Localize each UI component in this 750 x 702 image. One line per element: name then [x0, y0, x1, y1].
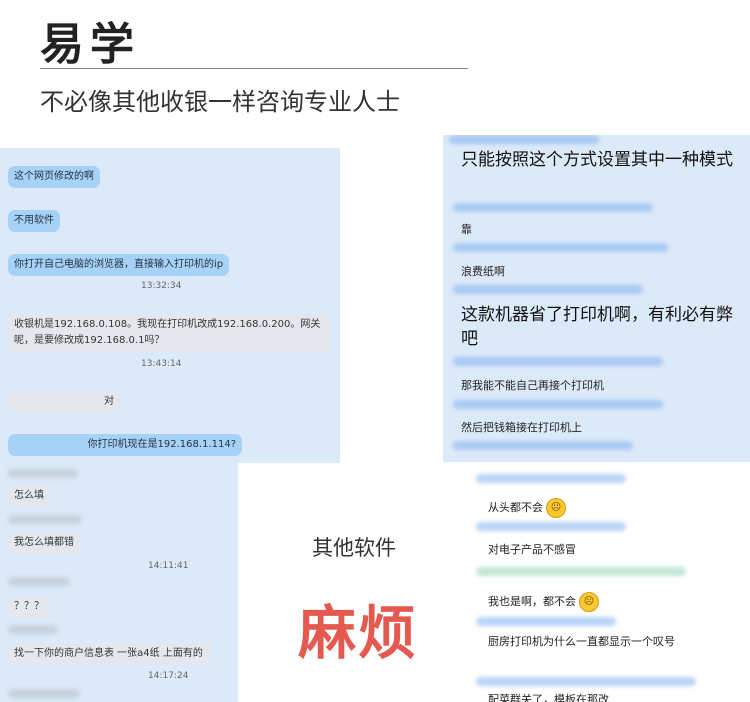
chat-bubble: 对 — [8, 391, 120, 413]
blurred-sender — [453, 357, 663, 366]
chat-message: 对电子产品不感冒 — [488, 543, 576, 556]
chat-bubble: ？？？ — [8, 596, 50, 618]
chat-bubble: 我怎么填都错 — [8, 532, 80, 554]
right-chat-panel-top: 只能按照这个方式设置其中一种模式 靠 浪费纸啊 这款机器省了打印机啊，有利必有弊… — [443, 135, 750, 462]
chat-message: 这款机器省了打印机啊，有利必有弊吧 — [461, 305, 733, 349]
title-divider — [40, 68, 468, 69]
chat-message: 我也是啊，都不会 ☹ — [488, 592, 738, 612]
timestamp: 13:43:14 — [141, 359, 182, 369]
chat-bubble: 找一下你的商户信息表 一张a4纸 上面有的 — [8, 643, 212, 665]
blurred-sender — [453, 243, 668, 252]
chat-message: 靠 — [461, 223, 472, 236]
chat-bubble: 你打开自己电脑的浏览器，直接输入打印机的ip — [8, 254, 230, 276]
blurred-sender — [449, 135, 599, 144]
chat-message: 厨房打印机为什么一直都显示一个叹号 — [488, 635, 675, 648]
chat-bubble: 你打印机现在是192.168.1.114? — [8, 434, 242, 456]
chat-message: 然后把钱箱接在打印机上 — [461, 421, 582, 434]
blurred-sender — [8, 515, 82, 524]
timestamp: 14:17:24 — [148, 671, 189, 681]
blurred-sender — [453, 203, 653, 212]
blurred-sender — [476, 522, 626, 531]
page-title: 易学 — [40, 19, 140, 70]
frowning-face-icon: ☹ — [579, 592, 599, 612]
chat-message: 只能按照这个方式设置其中一种模式 — [461, 150, 733, 170]
chat-message: 那我能不能自己再接个打印机 — [461, 379, 604, 392]
blurred-sender — [476, 567, 686, 576]
blurred-sender — [453, 285, 643, 294]
chat-message: 配菜群关了，模板在那改 — [488, 693, 609, 702]
left-chat-panel-top: 这个网页修改的啊 不用软件 你打开自己电脑的浏览器，直接输入打印机的ip 13:… — [0, 148, 340, 463]
chat-message: 从头都不会 ☹ — [488, 498, 738, 518]
page-subtitle: 不必像其他收银一样咨询专业人士 — [40, 88, 400, 116]
blurred-sender — [476, 677, 696, 686]
other-software-label: 其他软件 — [312, 536, 396, 560]
left-chat-panel-bottom: 怎么填 我怎么填都错 14:11:41 ？？？ 找一下你的商户信息表 一张a4纸… — [0, 463, 238, 702]
chat-bubble: 不用软件 — [8, 210, 60, 232]
trouble-label: 麻烦 — [298, 599, 419, 667]
blurred-sender — [8, 469, 78, 478]
blurred-sender — [8, 689, 80, 698]
timestamp: 13:32:34 — [141, 281, 182, 291]
chat-bubble: 收银机是192.168.0.108。我现在打印机改成192.168.0.200。… — [8, 314, 330, 352]
frowning-face-icon: ☹ — [546, 498, 566, 518]
blurred-sender — [8, 577, 70, 586]
chat-bubble: 这个网页修改的啊 — [8, 166, 100, 188]
blurred-sender — [476, 474, 626, 483]
right-chat-panel-bottom: 从头都不会 ☹ 对电子产品不感冒 我也是啊，都不会 ☹ 厨房打印机为什么一直都显示一… — [466, 462, 750, 702]
chat-message: 浪费纸啊 — [461, 265, 505, 278]
blurred-sender — [8, 625, 58, 634]
blurred-sender — [453, 441, 633, 450]
chat-bubble: 怎么填 — [8, 485, 50, 507]
timestamp: 14:11:41 — [148, 561, 189, 571]
blurred-sender — [453, 400, 663, 409]
blurred-sender — [476, 617, 616, 626]
